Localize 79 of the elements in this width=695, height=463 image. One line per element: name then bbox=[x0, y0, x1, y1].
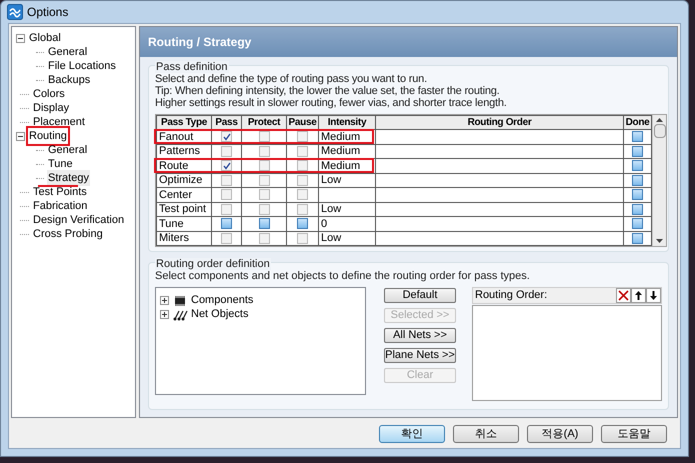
tree-item[interactable]: Components bbox=[191, 292, 254, 309]
arrow-down-icon[interactable] bbox=[646, 288, 661, 303]
tree-item[interactable]: General bbox=[47, 142, 88, 158]
table-cell: Tune bbox=[156, 216, 212, 231]
table-cell: 0 bbox=[318, 216, 376, 231]
checkbox[interactable] bbox=[632, 174, 643, 186]
column-header[interactable]: Routing Order bbox=[376, 116, 624, 130]
tree-item[interactable]: Global bbox=[28, 30, 62, 46]
dialog-button[interactable]: 도움말 bbox=[601, 425, 667, 443]
column-header[interactable]: Pause bbox=[286, 116, 318, 130]
tree-item[interactable]: Display bbox=[32, 100, 70, 116]
close-icon[interactable] bbox=[616, 288, 631, 303]
table-cell: Test point bbox=[156, 202, 212, 216]
collapse-icon[interactable] bbox=[16, 34, 25, 42]
tree-item[interactable]: Design Verification bbox=[32, 212, 126, 228]
group-legend: Routing order definition bbox=[155, 258, 271, 270]
underline-mark bbox=[38, 185, 78, 187]
checkbox[interactable] bbox=[632, 160, 643, 172]
tree-item[interactable]: Cross Probing bbox=[32, 226, 104, 242]
collapse-icon[interactable] bbox=[16, 132, 25, 140]
chip-icon bbox=[172, 294, 188, 306]
action-button[interactable]: Default bbox=[384, 288, 456, 303]
checkbox[interactable] bbox=[632, 131, 643, 142]
table-cell: Low bbox=[318, 202, 376, 216]
dialog-button[interactable]: 확인 bbox=[379, 425, 445, 443]
tree-item[interactable]: Routing bbox=[28, 128, 68, 144]
tree-item[interactable]: Backups bbox=[47, 72, 92, 88]
checkbox[interactable] bbox=[632, 218, 643, 230]
tree-item[interactable]: File Locations bbox=[47, 58, 117, 74]
tree-item[interactable]: Test Points bbox=[32, 184, 88, 200]
description-text: Select components and net objects to define the routing order for pass types. bbox=[155, 270, 531, 282]
column-header[interactable]: Protect bbox=[242, 116, 286, 130]
checkbox[interactable] bbox=[632, 232, 643, 244]
table-cell: Center bbox=[156, 188, 212, 202]
table-cell: Optimize bbox=[156, 173, 212, 188]
tree-item[interactable]: General bbox=[47, 44, 88, 60]
table-cell: Miters bbox=[156, 231, 212, 246]
table-cell: Medium bbox=[318, 158, 376, 173]
group-legend: Pass definition bbox=[155, 61, 229, 73]
column-header[interactable]: Done bbox=[624, 116, 652, 130]
column-header[interactable]: Pass Type bbox=[156, 116, 212, 130]
scroll-thumb[interactable] bbox=[654, 124, 666, 138]
object-tree[interactable]: Components Net Objects bbox=[155, 287, 366, 395]
column-header[interactable]: Intensity bbox=[318, 116, 376, 130]
list-title: Routing Order: bbox=[475, 288, 548, 304]
expand-icon[interactable] bbox=[160, 310, 169, 319]
scroll-down-icon[interactable] bbox=[656, 239, 663, 243]
tree-item[interactable]: Placement bbox=[32, 114, 86, 130]
action-button[interactable]: All Nets >> bbox=[384, 328, 456, 343]
tree-item[interactable]: Colors bbox=[32, 86, 66, 102]
column-header[interactable]: Pass bbox=[212, 116, 242, 130]
dialog-button[interactable]: 적용(A) bbox=[527, 425, 593, 443]
table-cell: Patterns bbox=[156, 144, 212, 158]
tree-item[interactable]: Tune bbox=[47, 156, 74, 172]
instruction-text: Higher settings result in slower routing, fewer vias, and shorter trace length. bbox=[155, 97, 508, 109]
tree-item[interactable]: Fabrication bbox=[32, 198, 88, 214]
table-cell: Low bbox=[318, 173, 376, 188]
instruction-text: Tip: When defining intensity, the lower the value set, the faster the routing. bbox=[155, 85, 501, 97]
tree-item[interactable]: Net Objects bbox=[191, 306, 248, 323]
checkbox[interactable] bbox=[632, 146, 643, 157]
app-icon bbox=[7, 4, 23, 20]
checkbox[interactable] bbox=[632, 189, 643, 200]
instruction-text: Select and define the type of routing pass you want to run. bbox=[155, 73, 428, 85]
table-cell: Medium bbox=[318, 144, 376, 158]
checkbox[interactable] bbox=[297, 218, 308, 230]
nets-icon bbox=[172, 308, 188, 320]
scroll-up-icon[interactable] bbox=[656, 118, 663, 122]
checkbox[interactable] bbox=[258, 218, 270, 230]
scrollbar[interactable] bbox=[652, 115, 666, 246]
arrow-up-icon[interactable] bbox=[631, 288, 646, 303]
expand-icon[interactable] bbox=[160, 296, 169, 305]
table-cell: Low bbox=[318, 231, 376, 246]
checkbox[interactable] bbox=[221, 218, 232, 230]
tree-item[interactable]: Strategy bbox=[47, 170, 90, 186]
window-title: Options bbox=[27, 4, 68, 21]
checkbox[interactable] bbox=[632, 204, 643, 215]
dialog-button[interactable]: 취소 bbox=[453, 425, 519, 443]
panel-header: Routing / Strategy bbox=[140, 27, 677, 57]
action-button[interactable]: Plane Nets >> bbox=[384, 348, 456, 363]
